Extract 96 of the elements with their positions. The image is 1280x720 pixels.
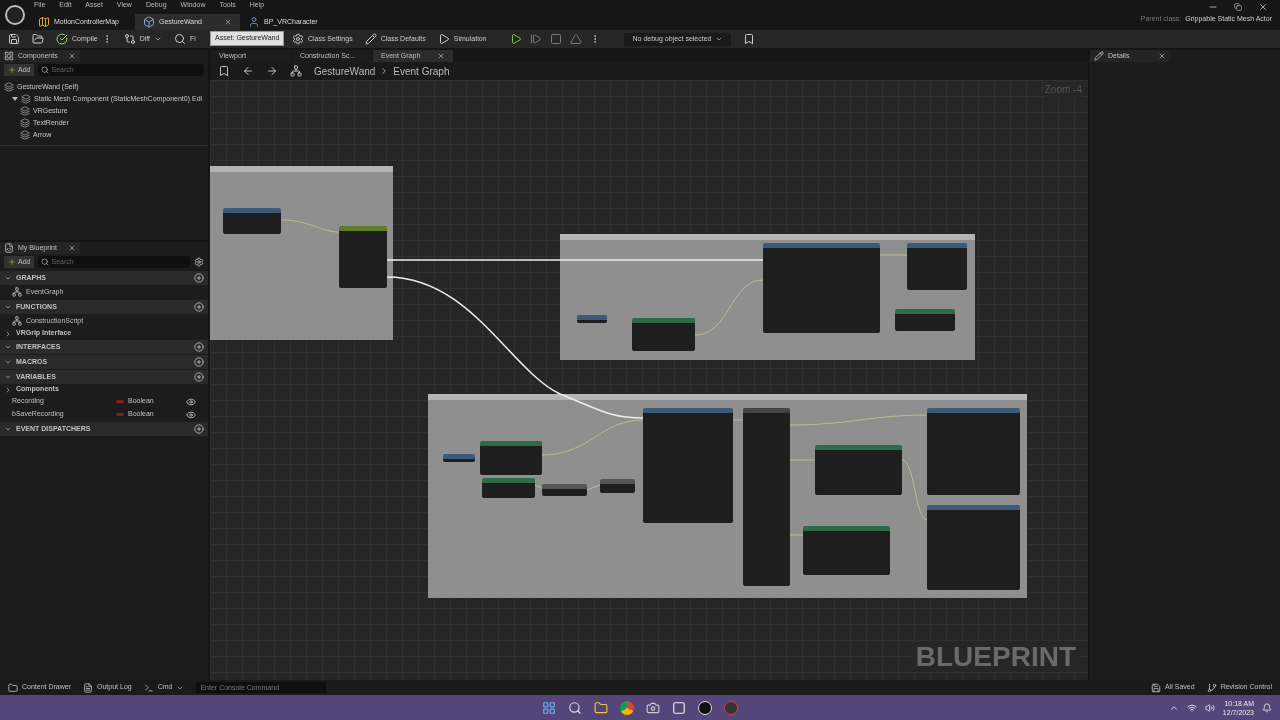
browser-icon[interactable] [620,700,634,715]
folder-icon [8,682,18,693]
expand-arrow-icon[interactable] [12,97,18,101]
graph-icon [290,65,302,77]
wire [534,484,543,489]
compare-icon [123,33,136,45]
eye-icon[interactable] [186,409,196,420]
search-icon [41,66,50,74]
eject-icon[interactable] [570,33,583,45]
graph-node[interactable] [482,478,535,498]
graph-icon [12,316,22,326]
graph-node[interactable] [443,454,475,462]
graph-node[interactable] [803,526,890,575]
engine-logo-icon [5,5,25,25]
add-icon[interactable] [194,342,204,352]
engine-app-icon[interactable] [698,700,712,715]
graph-node[interactable] [743,408,790,586]
graph-node[interactable] [542,484,587,496]
save-icon[interactable] [8,33,20,45]
wire [901,459,928,521]
camera-icon[interactable] [646,700,660,715]
graph-node[interactable] [895,309,955,331]
check-icon [56,33,68,45]
component-icon [20,118,30,128]
graph-node[interactable] [339,226,387,288]
components-icon [4,51,14,61]
bookmark-icon[interactable] [743,33,756,45]
graph-node[interactable] [927,408,1020,495]
start-icon[interactable] [542,700,556,715]
component-icon [4,82,14,92]
save-icon [1151,682,1162,693]
component-icon [20,106,30,116]
close-icon[interactable] [1258,2,1268,12]
component-icon [21,94,31,104]
close-icon[interactable] [68,244,76,252]
graph-node[interactable] [815,445,902,495]
eye-icon[interactable] [186,396,196,407]
play-icon[interactable] [510,33,523,45]
branch-icon [1206,682,1217,693]
graph-node[interactable] [223,208,281,234]
graph-watermark: BLUEPRINT [911,642,1080,672]
wire [586,484,601,491]
restore-icon[interactable] [1234,3,1242,11]
wire [694,279,764,336]
notification-icon[interactable] [1262,702,1272,713]
app-icon[interactable] [724,700,738,715]
stop-icon[interactable] [550,33,563,45]
add-icon[interactable] [194,357,204,367]
forward-icon[interactable] [266,65,278,77]
plus-icon [8,258,16,266]
graph-icon [12,287,22,297]
close-icon[interactable] [1158,52,1166,60]
folder-icon[interactable] [32,33,44,45]
close-icon[interactable] [437,52,445,60]
back-icon[interactable] [242,65,254,77]
caret-icon [715,35,724,43]
graph-node[interactable] [480,441,542,475]
wifi-icon[interactable] [1186,702,1197,713]
add-icon[interactable] [194,372,204,382]
volume-icon[interactable] [1204,702,1215,713]
terminal-icon [143,682,154,693]
graph-node[interactable] [643,408,733,523]
log-icon [83,682,94,693]
graph-node[interactable] [763,243,880,333]
graph-node[interactable] [927,505,1020,590]
caret-icon [154,35,163,43]
bookmark-icon[interactable] [218,65,230,77]
cube-icon [143,16,155,28]
add-icon[interactable] [194,273,204,283]
map-icon [38,16,50,28]
folder-icon[interactable] [594,700,608,715]
component-icon [20,130,30,140]
plus-icon [8,66,16,74]
pin-icon [116,400,124,403]
search-icon [174,33,187,45]
play-icon [437,33,450,45]
close-icon[interactable] [68,52,76,60]
close-icon[interactable] [224,18,232,26]
breadcrumb-item[interactable]: Event Graph [393,63,450,79]
pencil-icon [364,33,377,45]
search-icon[interactable] [568,700,582,715]
person-icon [248,16,260,28]
breadcrumb-item[interactable]: GestureWand [314,63,376,79]
pencil-icon [1094,51,1104,61]
graph-node[interactable] [600,479,635,493]
pin-icon [116,413,124,416]
search-icon [41,258,50,266]
graph-node[interactable] [632,318,695,351]
add-icon[interactable] [194,302,204,312]
wire [280,219,340,233]
graph-node[interactable] [577,315,607,323]
graph-node[interactable] [907,243,967,290]
add-icon[interactable] [194,424,204,434]
step-icon[interactable] [530,33,543,45]
settings-icon [291,33,304,45]
settings-icon[interactable] [194,257,204,267]
